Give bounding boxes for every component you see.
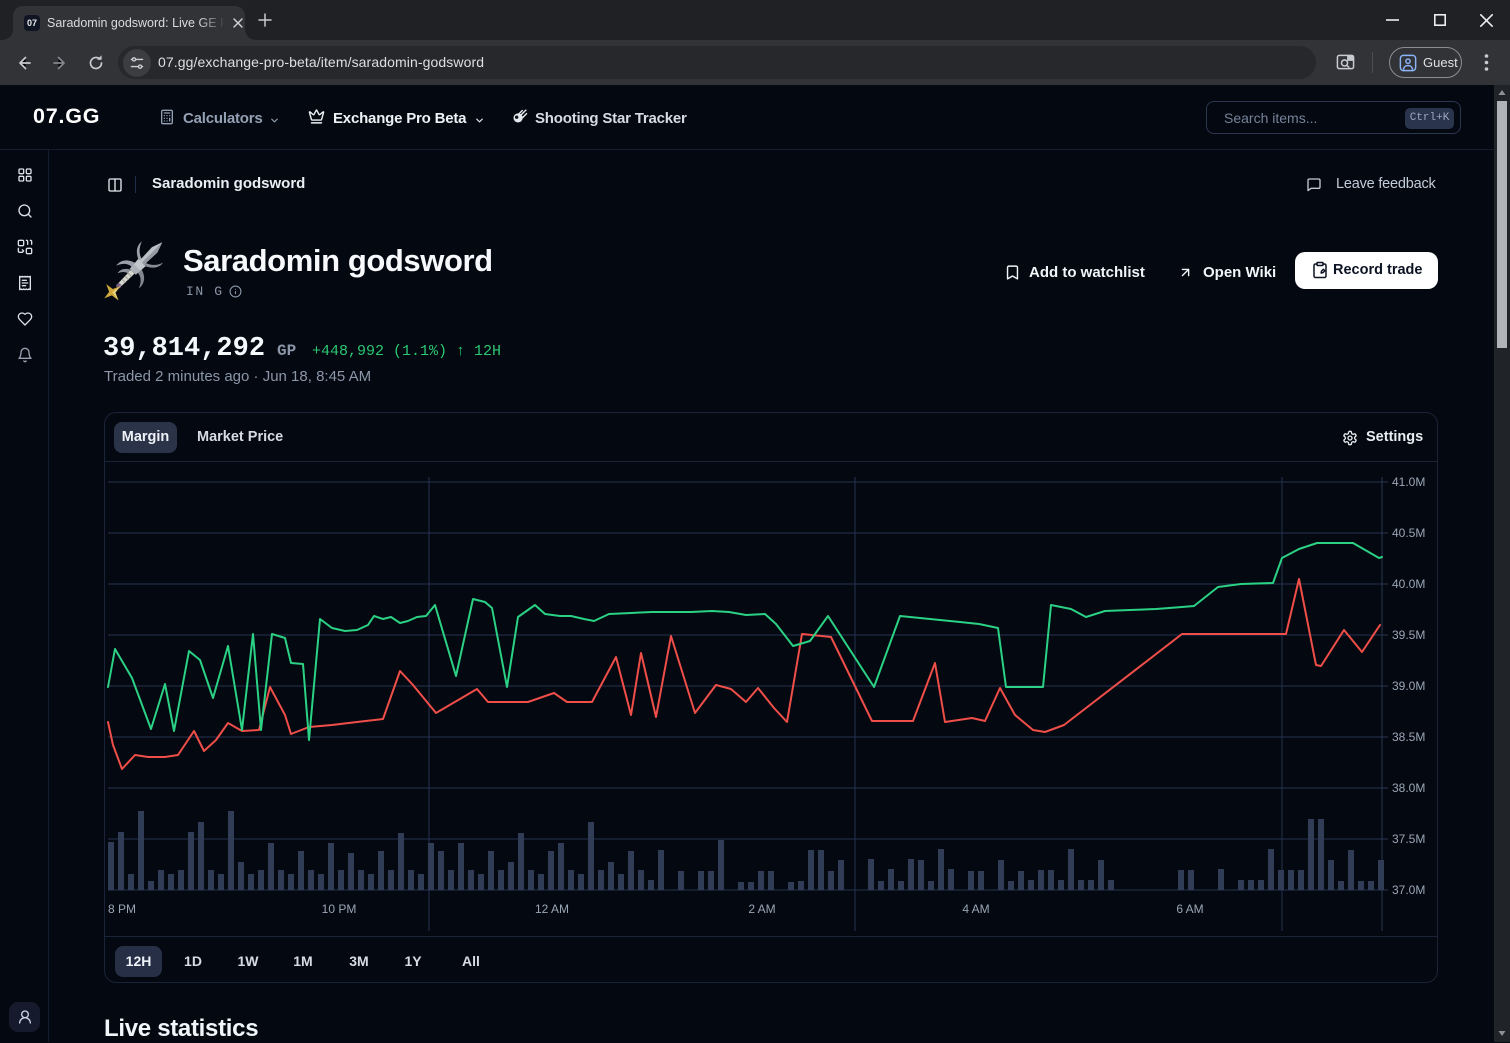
svg-text:4 AM: 4 AM — [962, 902, 989, 916]
svg-text:6 AM: 6 AM — [1176, 902, 1203, 916]
svg-text:38.0M: 38.0M — [1392, 781, 1425, 795]
svg-text:37.5M: 37.5M — [1392, 832, 1425, 846]
svg-text:2 AM: 2 AM — [748, 902, 775, 916]
svg-text:38.5M: 38.5M — [1392, 730, 1425, 744]
svg-text:40.0M: 40.0M — [1392, 577, 1425, 591]
svg-text:40.5M: 40.5M — [1392, 526, 1425, 540]
svg-text:39.5M: 39.5M — [1392, 628, 1425, 642]
svg-text:37.0M: 37.0M — [1392, 883, 1425, 897]
svg-text:10 PM: 10 PM — [322, 902, 357, 916]
svg-text:39.0M: 39.0M — [1392, 679, 1425, 693]
svg-text:12 AM: 12 AM — [535, 902, 569, 916]
svg-text:8 PM: 8 PM — [108, 902, 136, 916]
svg-text:41.0M: 41.0M — [1392, 475, 1425, 489]
